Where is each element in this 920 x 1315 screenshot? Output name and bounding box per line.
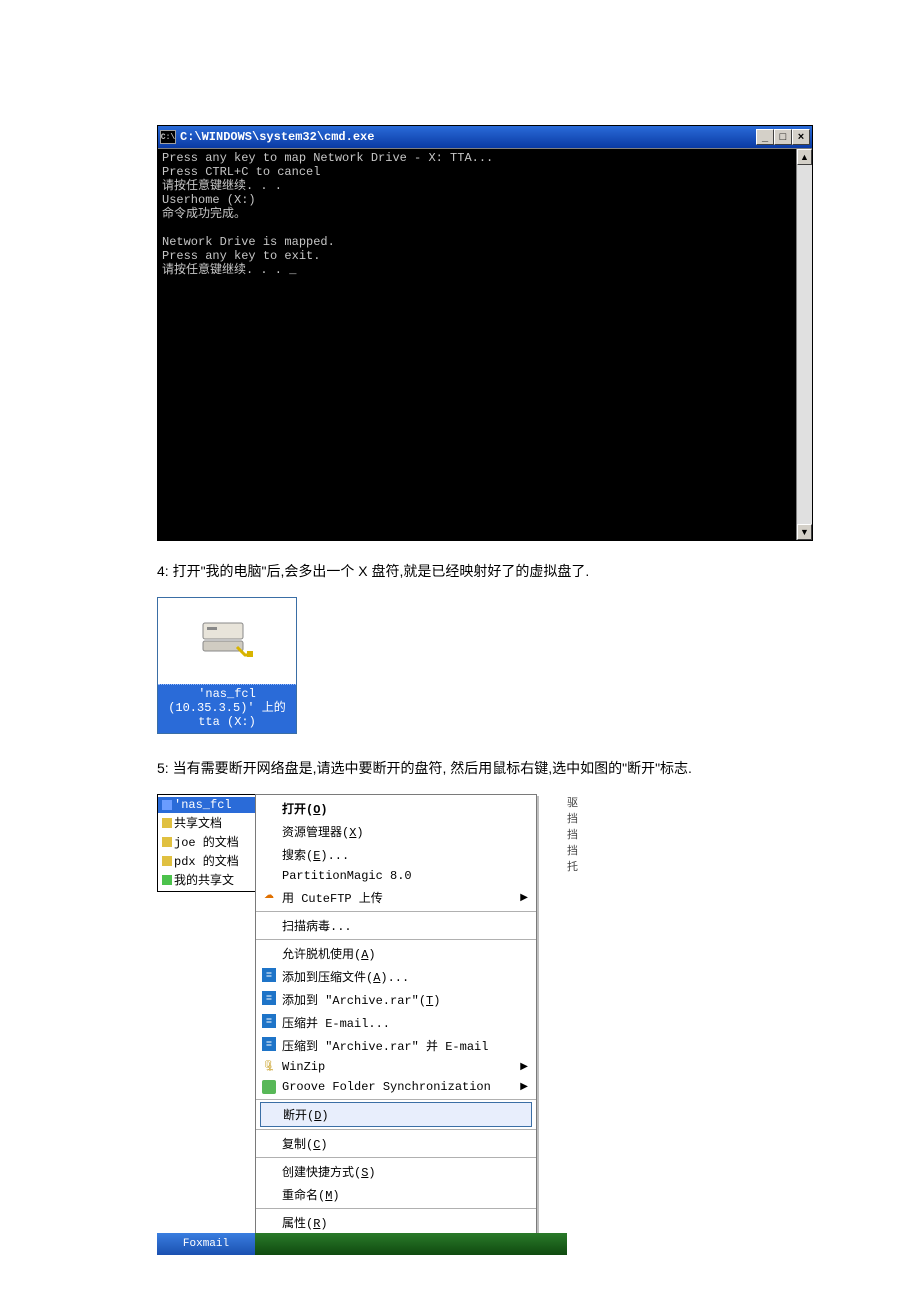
submenu-arrow-icon: ▶: [520, 1061, 528, 1073]
ftp-icon: ☁: [262, 889, 276, 903]
menu-item-label: 扫描病毒...: [282, 917, 352, 934]
menu-item[interactable]: 重命名(M): [256, 1183, 536, 1206]
sidebar-item[interactable]: joe 的文档: [158, 832, 257, 851]
gr-icon: [262, 1080, 276, 1094]
wz-icon: 🗜: [262, 1060, 276, 1074]
context-menu[interactable]: 打开(O) 资源管理器(X) 搜索(E)... PartitionMagic 8.0 ☁…: [255, 794, 537, 1235]
menu-item[interactable]: ≣ 添加到 "Archive.rar"(T): [256, 988, 536, 1011]
rar-icon: ≣: [262, 968, 276, 982]
minimize-button[interactable]: _: [756, 129, 774, 145]
menu-item-label: 断开(D): [283, 1106, 329, 1123]
sidebar-item[interactable]: 'nas_fcl: [158, 797, 257, 813]
menu-item[interactable]: ☁ 用 CuteFTP 上传 ▶: [256, 886, 536, 909]
submenu-arrow-icon: ▶: [520, 892, 528, 904]
cmd-window: C:\ C:\WINDOWS\system32\cmd.exe _ □ × Pr…: [157, 125, 813, 541]
desktop-fragment: [255, 1233, 567, 1255]
maximize-button[interactable]: □: [774, 129, 792, 145]
menu-item-label: 压缩到 "Archive.rar" 并 E-mail: [282, 1037, 488, 1054]
folder-icon: [162, 875, 172, 885]
context-menu-figure: 'nas_fcl共享文档joe 的文档pdx 的文档我的共享文 驱挡挡挡托 打开…: [157, 794, 567, 1255]
folder-icon: [162, 837, 172, 847]
menu-item-label: 复制(C): [282, 1135, 328, 1152]
menu-item[interactable]: 资源管理器(X): [256, 820, 536, 843]
scroll-track[interactable]: [797, 165, 812, 524]
menu-item-label: 重命名(M): [282, 1186, 340, 1203]
menu-item[interactable]: 扫描病毒...: [256, 914, 536, 937]
cropped-right-fragment: 驱挡挡挡托: [567, 794, 581, 874]
menu-item[interactable]: 搜索(E)...: [256, 843, 536, 866]
close-button[interactable]: ×: [792, 129, 810, 145]
menu-item-label: PartitionMagic 8.0: [282, 869, 412, 883]
menu-item-label: 打开(O): [282, 800, 328, 817]
submenu-arrow-icon: ▶: [520, 1081, 528, 1093]
rar-icon: ≣: [262, 1014, 276, 1028]
drive-label-line1: 'nas_fcl: [160, 687, 294, 701]
menu-item[interactable]: 打开(O): [256, 797, 536, 820]
step-5-text: 5: 当有需要断开网络盘是,请选中要断开的盘符, 然后用鼠标右键,选中如图的"断…: [157, 758, 763, 778]
menu-item-label: 压缩并 E-mail...: [282, 1014, 390, 1031]
menu-item[interactable]: 🗜 WinZip ▶: [256, 1057, 536, 1077]
menu-item[interactable]: 复制(C): [256, 1132, 536, 1155]
folder-icon: [162, 856, 172, 866]
drive-icon: [158, 598, 296, 684]
rar-icon: ≣: [262, 1037, 276, 1051]
menu-item[interactable]: 允许脱机使用(A): [256, 942, 536, 965]
drive-label-line2: (10.35.3.5)' 上的: [160, 701, 294, 715]
drive-label: 'nas_fcl (10.35.3.5)' 上的 tta (X:): [158, 684, 296, 733]
scroll-up-icon[interactable]: ▲: [797, 149, 812, 165]
menu-item[interactable]: Groove Folder Synchronization ▶: [256, 1077, 536, 1097]
drive-label-line3: tta (X:): [160, 715, 294, 729]
menu-item[interactable]: ≣ 压缩并 E-mail...: [256, 1011, 536, 1034]
cmd-scrollbar[interactable]: ▲ ▼: [796, 149, 812, 540]
menu-item-label: 允许脱机使用(A): [282, 945, 376, 962]
rar-icon: ≣: [262, 991, 276, 1005]
menu-item-label: Groove Folder Synchronization: [282, 1080, 491, 1094]
menu-item[interactable]: ≣ 添加到压缩文件(A)...: [256, 965, 536, 988]
menu-item-label: 添加到压缩文件(A)...: [282, 968, 409, 985]
cmd-output: Press any key to map Network Drive - X: …: [158, 149, 796, 540]
menu-item[interactable]: ≣ 压缩到 "Archive.rar" 并 E-mail: [256, 1034, 536, 1057]
sidebar-item[interactable]: 我的共享文: [158, 870, 257, 889]
sidebar-item[interactable]: pdx 的文档: [158, 851, 257, 870]
menu-item[interactable]: PartitionMagic 8.0: [256, 866, 536, 886]
sidebar-item[interactable]: 共享文档: [158, 813, 257, 832]
menu-item-label: WinZip: [282, 1060, 325, 1074]
scroll-down-icon[interactable]: ▼: [797, 524, 812, 540]
taskbar-item-foxmail[interactable]: Foxmail: [157, 1233, 255, 1255]
menu-item-label: 搜索(E)...: [282, 846, 349, 863]
menu-item-label: 用 CuteFTP 上传: [282, 889, 383, 906]
menu-item-label: 资源管理器(X): [282, 823, 364, 840]
cmd-titlebar[interactable]: C:\ C:\WINDOWS\system32\cmd.exe _ □ ×: [158, 126, 812, 148]
menu-item[interactable]: 断开(D): [260, 1102, 532, 1127]
menu-item-label: 添加到 "Archive.rar"(T): [282, 991, 440, 1008]
cmd-icon: C:\: [160, 130, 176, 144]
menu-item[interactable]: 属性(R): [256, 1211, 536, 1234]
menu-item-label: 创建快捷方式(S): [282, 1163, 376, 1180]
step-4-text: 4: 打开"我的电脑"后,会多出一个 X 盘符,就是已经映射好了的虚拟盘了.: [157, 561, 763, 581]
menu-item[interactable]: 创建快捷方式(S): [256, 1160, 536, 1183]
explorer-sidebar: 'nas_fcl共享文档joe 的文档pdx 的文档我的共享文: [157, 794, 257, 892]
cmd-title: C:\WINDOWS\system32\cmd.exe: [180, 130, 756, 144]
menu-item-label: 属性(R): [282, 1214, 328, 1231]
folder-icon: [162, 818, 172, 828]
folder-icon: [162, 800, 172, 810]
network-drive-icon[interactable]: 'nas_fcl (10.35.3.5)' 上的 tta (X:): [157, 597, 297, 734]
